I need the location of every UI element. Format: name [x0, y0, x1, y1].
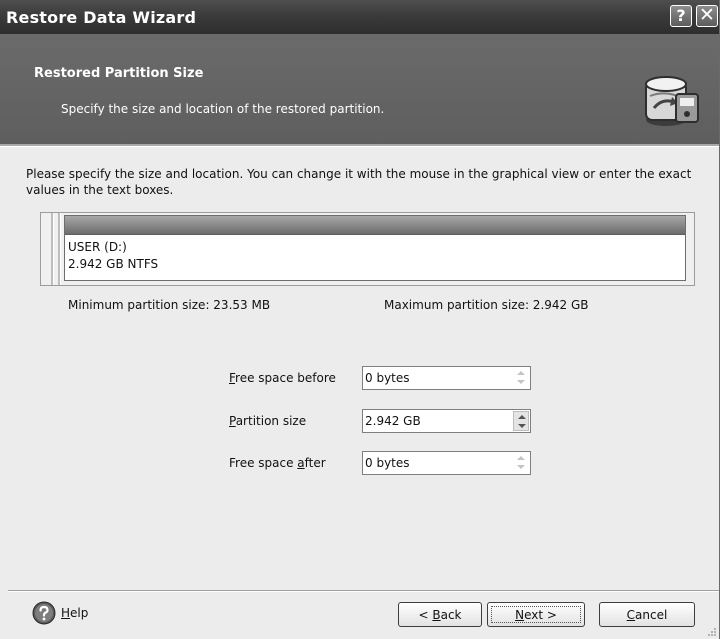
spin-down-icon[interactable] — [517, 465, 525, 469]
partition-size-input[interactable] — [365, 412, 509, 430]
restore-wizard-icon — [645, 76, 699, 126]
partition-left-edge-handle[interactable] — [58, 213, 61, 285]
free-space-before-input[interactable] — [365, 369, 509, 387]
back-button[interactable]: < Back — [398, 602, 482, 627]
free-space-before-field[interactable] — [362, 366, 531, 390]
maximum-partition-size: Maximum partition size: 2.942 GB — [384, 298, 589, 312]
partition-block[interactable]: USER (D:) 2.942 GB NTFS — [64, 215, 686, 281]
free-space-after-spinner[interactable] — [513, 453, 529, 473]
free-space-before-handle[interactable] — [51, 213, 54, 285]
partition-fill-bar — [65, 216, 685, 235]
resize-grip-icon[interactable] — [707, 627, 717, 637]
header-divider — [0, 144, 719, 147]
help-link[interactable]: Help — [61, 606, 88, 620]
free-space-after-field[interactable] — [362, 451, 531, 475]
spin-up-icon[interactable] — [517, 456, 525, 460]
partition-name: USER (D:) — [68, 240, 127, 254]
spin-up-icon[interactable] — [518, 415, 526, 419]
wizard-header: Restored Partition Size Specify the size… — [0, 34, 719, 144]
free-space-after-label: Free space after — [229, 456, 326, 470]
page-title: Restored Partition Size — [34, 66, 204, 81]
spin-up-icon[interactable] — [517, 371, 525, 375]
page-subtitle: Specify the size and location of the res… — [61, 102, 385, 116]
partition-graphical-view[interactable]: USER (D:) 2.942 GB NTFS — [40, 212, 695, 286]
window-title: Restore Data Wizard — [6, 8, 197, 27]
free-space-before-spinner[interactable] — [513, 368, 529, 388]
partition-info: 2.942 GB NTFS — [68, 257, 159, 271]
question-mark-icon: ? — [676, 6, 686, 25]
free-space-before-label: Free space before — [229, 371, 336, 385]
partition-size-label: Partition size — [229, 414, 307, 428]
footer-divider — [8, 590, 719, 592]
spin-down-icon[interactable] — [518, 424, 526, 428]
partition-size-spinner[interactable] — [513, 411, 529, 431]
close-title-button[interactable]: ✕ — [696, 5, 718, 27]
restore-data-wizard-window: Restore Data Wizard ? ✕ Restored Partiti… — [0, 0, 720, 639]
instructions-text: Please specify the size and location. Yo… — [26, 167, 692, 197]
minimum-partition-size: Minimum partition size: 23.53 MB — [68, 298, 271, 312]
title-bar[interactable]: Restore Data Wizard ? ✕ — [0, 0, 719, 34]
close-icon: ✕ — [699, 4, 715, 26]
partition-size-field[interactable] — [362, 409, 531, 433]
cancel-button[interactable]: Cancel — [599, 602, 695, 627]
next-button[interactable]: Next > — [487, 602, 585, 627]
help-icon[interactable] — [32, 601, 56, 625]
help-title-button[interactable]: ? — [670, 5, 692, 27]
spin-down-icon[interactable] — [517, 380, 525, 384]
free-space-after-input[interactable] — [365, 454, 509, 472]
